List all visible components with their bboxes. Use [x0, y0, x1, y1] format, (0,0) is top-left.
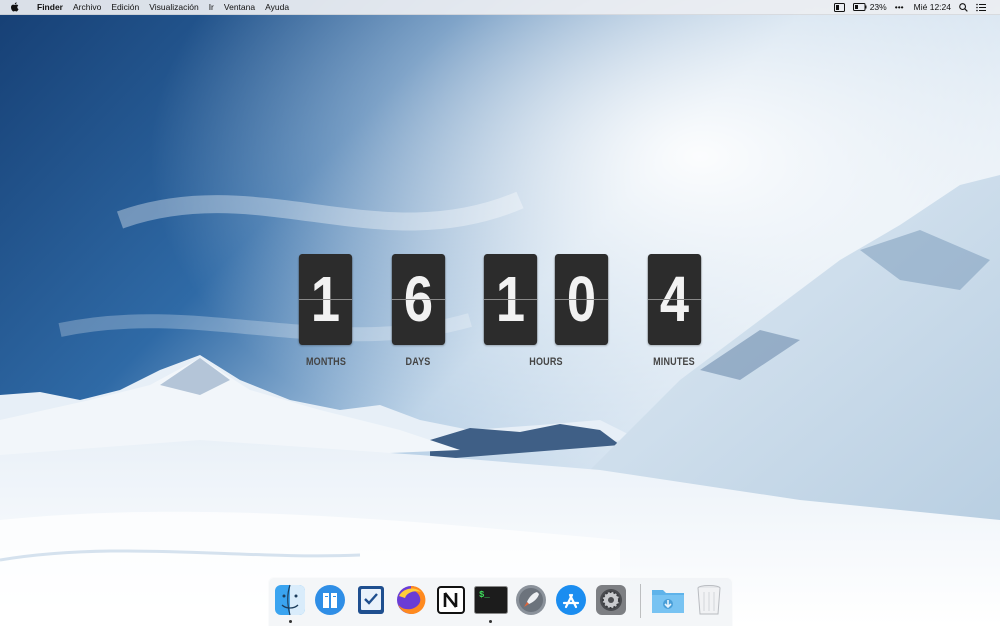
menu-ayuda[interactable]: Ayuda: [260, 0, 294, 14]
gear-icon: [596, 585, 626, 615]
hours-ones-card: 0: [554, 254, 609, 345]
days-card: 6: [391, 254, 446, 345]
dock-terminal[interactable]: $_: [474, 583, 508, 617]
running-indicator: [489, 620, 492, 623]
dock-app-store[interactable]: [554, 583, 588, 617]
days-label: DAYS: [405, 356, 431, 368]
spotlight-search-icon[interactable]: [959, 2, 968, 12]
sidebar-toggle-icon[interactable]: [833, 2, 845, 12]
hours-label: HOURS: [529, 356, 563, 368]
firefox-icon: [397, 585, 426, 614]
notification-center-icon[interactable]: [976, 3, 986, 12]
app-store-icon: [556, 585, 586, 615]
notion-icon: [437, 586, 465, 614]
menu-bar: Finder Archivo Edición Visualización Ir …: [0, 0, 1000, 15]
battery-icon: [852, 3, 867, 11]
more-menu[interactable]: •••: [895, 2, 904, 12]
months-card: 1: [298, 254, 353, 345]
apple-icon[interactable]: [10, 2, 22, 12]
checklist-icon: [358, 586, 384, 614]
battery-status[interactable]: 23%: [852, 2, 887, 12]
dock-separator: [640, 584, 641, 618]
dock-launchpad[interactable]: [514, 583, 548, 617]
battery-percent: 23%: [869, 2, 887, 12]
dock-firefox[interactable]: [394, 583, 428, 617]
dock-notion[interactable]: [434, 583, 468, 617]
menu-edicion[interactable]: Edición: [106, 0, 144, 14]
finder-icon: [275, 584, 305, 616]
menu-ir[interactable]: Ir: [204, 0, 219, 14]
menu-app-name[interactable]: Finder: [32, 0, 68, 14]
menu-visualizacion[interactable]: Visualización: [144, 0, 203, 14]
book-icon: [315, 585, 345, 615]
menu-ventana[interactable]: Ventana: [219, 0, 260, 14]
months-label: MONTHS: [305, 356, 347, 368]
trash-icon: [697, 585, 721, 615]
minutes-card: 4: [647, 254, 702, 345]
dock-trash[interactable]: [692, 583, 726, 617]
menu-clock[interactable]: Mié 12:24: [914, 2, 951, 12]
downloads-folder-icon: [652, 590, 684, 613]
dock-tasks-app[interactable]: [354, 583, 388, 617]
dock-references-app[interactable]: [313, 583, 347, 617]
dock-system-preferences[interactable]: [594, 583, 628, 617]
running-indicator: [289, 620, 292, 623]
menu-archivo[interactable]: Archivo: [68, 0, 106, 14]
dock-finder[interactable]: [273, 583, 307, 617]
dock-downloads-folder[interactable]: [651, 583, 685, 617]
minutes-label: MINUTES: [653, 356, 695, 368]
hours-tens-card: 1: [483, 254, 538, 345]
rocket-icon: [516, 585, 546, 615]
terminal-prompt: $_: [479, 590, 490, 600]
